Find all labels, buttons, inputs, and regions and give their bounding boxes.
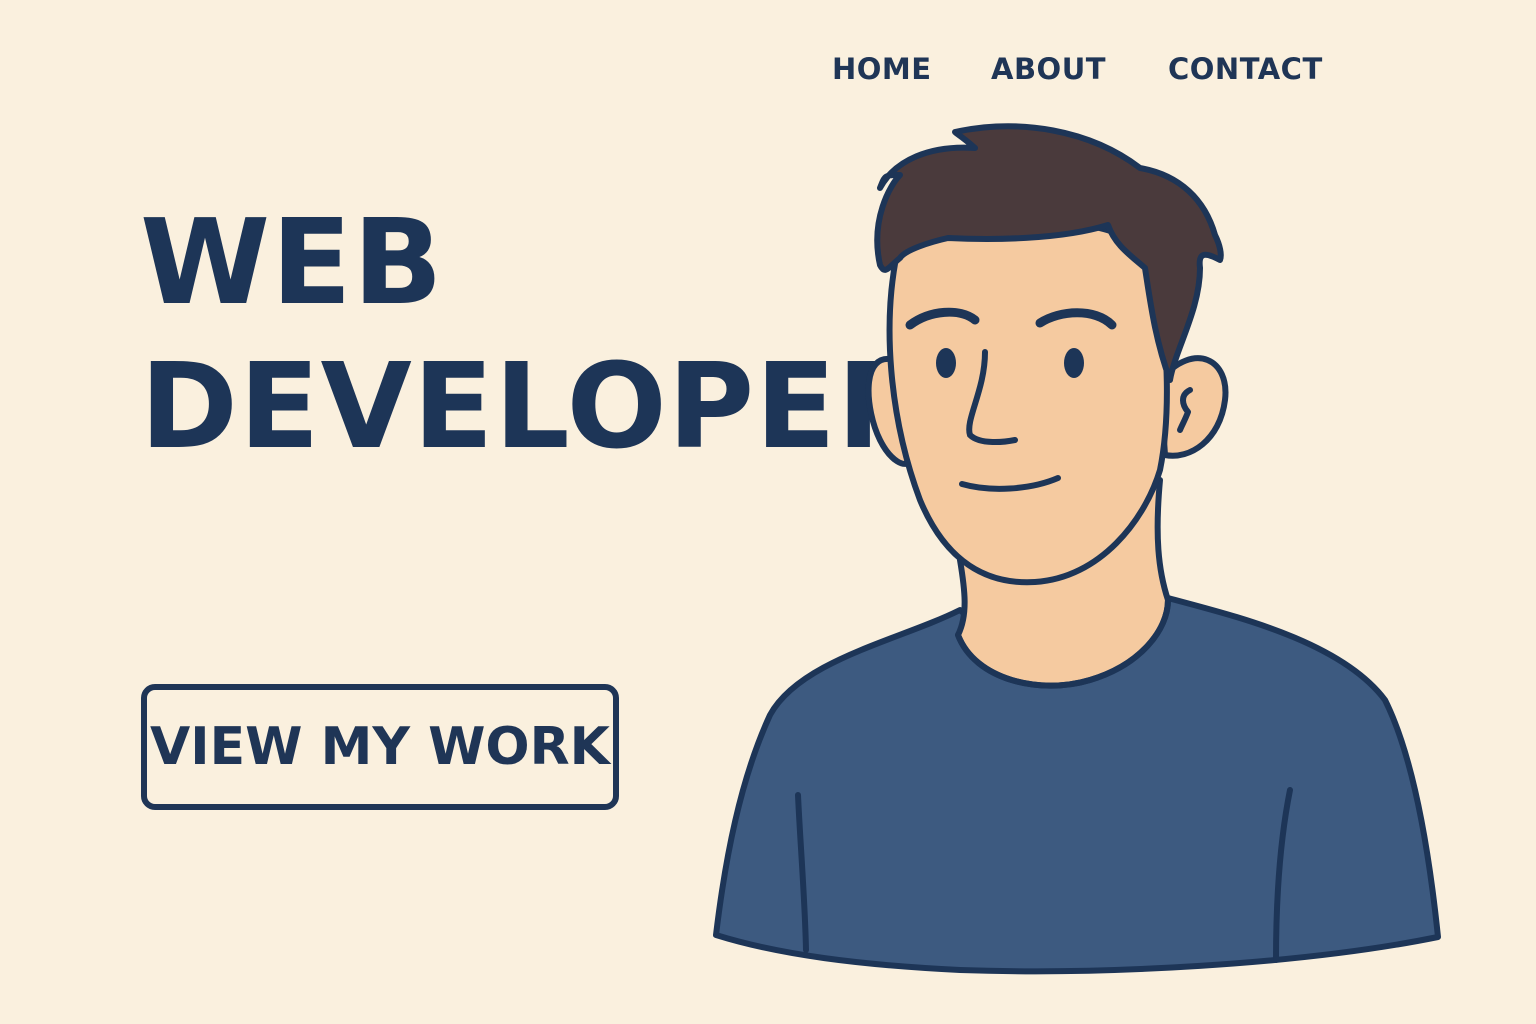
- nav-link-about[interactable]: ABOUT: [991, 52, 1106, 86]
- face-shape: [886, 215, 1170, 586]
- view-my-work-button[interactable]: VIEW MY WORK: [141, 684, 619, 810]
- developer-avatar-illustration: [713, 123, 1441, 975]
- right-eye: [1064, 348, 1084, 378]
- nav-link-home[interactable]: HOME: [832, 52, 932, 86]
- left-eye: [936, 348, 956, 378]
- nav-link-contact[interactable]: CONTACT: [1168, 52, 1323, 86]
